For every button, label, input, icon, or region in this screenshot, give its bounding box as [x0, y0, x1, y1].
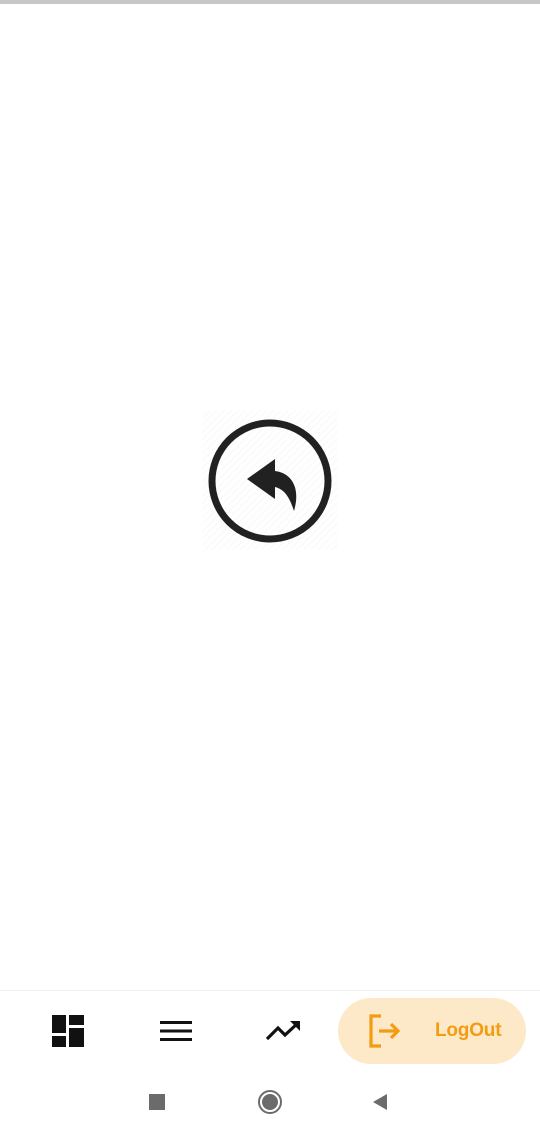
nav-item-dashboard[interactable] [28, 991, 108, 1071]
back-button[interactable] [364, 1086, 396, 1118]
dashboard-icon [52, 1015, 84, 1047]
circle-icon [258, 1090, 282, 1114]
logout-label: LogOut [435, 1020, 502, 1041]
system-navigation-bar [0, 1070, 540, 1134]
recents-button[interactable] [141, 1086, 173, 1118]
menu-icon [160, 1021, 192, 1041]
main-content [0, 4, 540, 990]
home-button[interactable] [254, 1086, 286, 1118]
logout-button[interactable]: LogOut [338, 998, 526, 1064]
reply-graphic [202, 410, 338, 550]
nav-item-trends[interactable] [244, 991, 324, 1071]
triangle-back-icon [373, 1094, 387, 1110]
logout-icon [369, 1014, 401, 1048]
reply-arrow-circle-icon [208, 419, 332, 543]
bottom-navigation: LogOut [0, 990, 540, 1071]
trending-up-icon [266, 1021, 300, 1041]
nav-item-menu[interactable] [136, 991, 216, 1071]
square-icon [149, 1094, 165, 1110]
